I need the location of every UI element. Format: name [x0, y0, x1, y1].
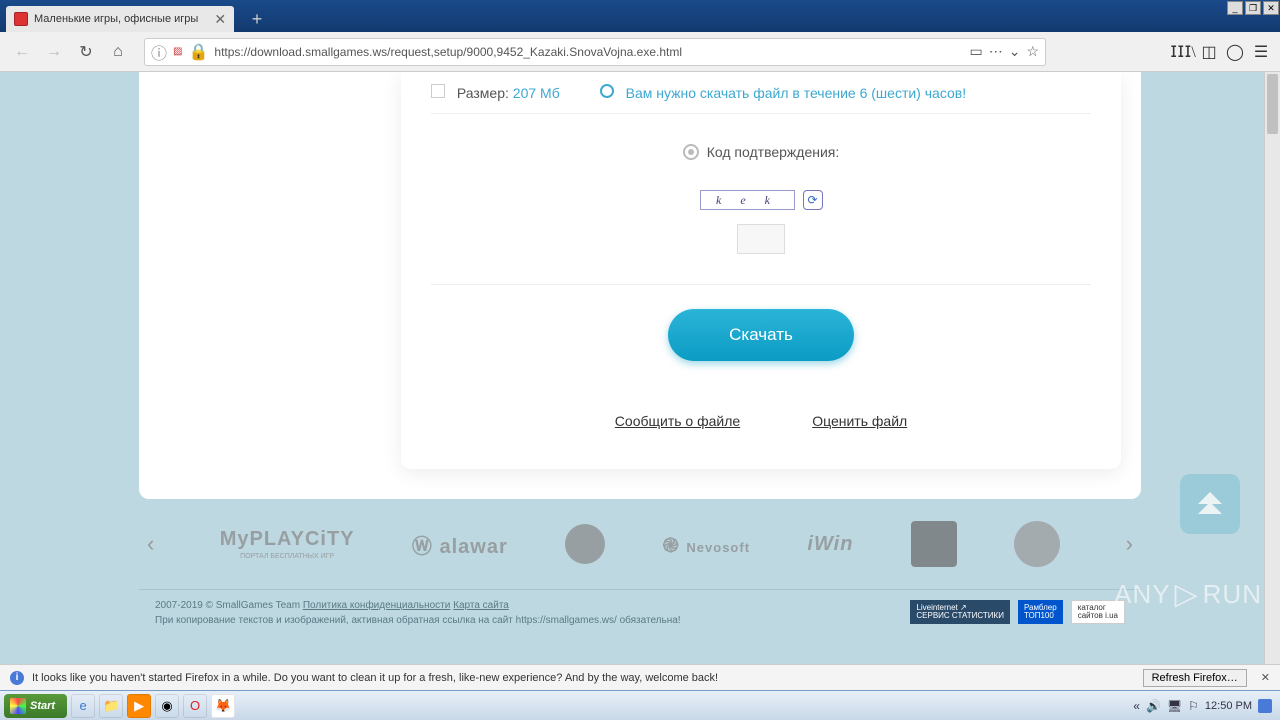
menu-icon[interactable]: ☰: [1250, 41, 1272, 63]
url-bar[interactable]: ⓘ ▨ 🔒 https://download.smallgames.ws/req…: [144, 38, 1046, 66]
tab-favicon-icon: [14, 12, 28, 26]
captcha-label: Код подтверждения:: [707, 144, 840, 160]
security-shield-icon[interactable]: ▨: [173, 46, 182, 57]
clock-icon: [600, 84, 614, 98]
url-text: https://download.smallgames.ws/request,s…: [214, 45, 963, 59]
partner-box2[interactable]: [1014, 521, 1060, 567]
privacy-link[interactable]: Политика конфиденциальности: [303, 600, 451, 611]
sitemap-link[interactable]: Карта сайта: [453, 600, 509, 611]
rambler-badge[interactable]: РамблерТОП100: [1018, 600, 1063, 624]
close-window-button[interactable]: ✕: [1263, 1, 1279, 15]
windows-logo-icon: [10, 698, 26, 714]
vertical-scrollbar[interactable]: [1264, 72, 1280, 664]
liveinternet-badge[interactable]: Liveinternet ↗СЕРВИС СТАТИСТИКИ: [910, 600, 1010, 624]
notification-text: It looks like you haven't started Firefo…: [32, 672, 718, 684]
refresh-firefox-button[interactable]: Refresh Firefox…: [1143, 669, 1247, 687]
captcha-refresh-button[interactable]: ⟳: [803, 190, 823, 210]
partner-iwin[interactable]: iWin: [807, 533, 853, 556]
carousel-prev-button[interactable]: ‹: [139, 531, 162, 557]
page-footer: 2007-2019 © SmallGames Team Политика кон…: [139, 589, 1141, 636]
account-icon[interactable]: ◯: [1224, 41, 1246, 63]
new-tab-button[interactable]: +: [246, 8, 268, 30]
page-actions-icon[interactable]: ⋯: [989, 43, 1003, 60]
page-content: Размер: 207 Мб Вам нужно скачать файл в …: [0, 72, 1280, 664]
target-icon: [683, 144, 699, 160]
captcha-image: k e k: [700, 190, 795, 210]
home-button[interactable]: ⌂: [104, 38, 132, 66]
window-titlebar: Маленькие игры, офисные игры ✕ + _ ❐ ✕: [0, 0, 1280, 32]
tray-flag-icon[interactable]: ⚐: [1188, 699, 1199, 713]
tray-expand-icon[interactable]: «: [1133, 699, 1140, 713]
reload-button[interactable]: ↻: [72, 38, 100, 66]
minimize-button[interactable]: _: [1227, 1, 1243, 15]
bookmark-star-icon[interactable]: ☆: [1026, 43, 1039, 60]
info-icon[interactable]: ⓘ: [151, 40, 167, 64]
taskbar-firefox-icon[interactable]: 🦊: [211, 694, 235, 718]
lock-icon: 🔒: [188, 42, 208, 62]
disclaimer-text: При копирование текстов и изображений, а…: [155, 615, 681, 626]
download-card: Размер: 207 Мб Вам нужно скачать файл в …: [401, 72, 1121, 469]
sidebar-icon[interactable]: ◫: [1198, 41, 1220, 63]
taskbar-explorer-icon[interactable]: 📁: [99, 694, 123, 718]
partner-box1[interactable]: [911, 521, 957, 567]
captcha-section: Код подтверждения: k e k ⟳: [431, 114, 1091, 285]
back-button[interactable]: ←: [8, 38, 36, 66]
tray-network-icon[interactable]: 🖥: [1167, 699, 1182, 713]
partner-myplaycity[interactable]: MyPLAYCiTY ПОРТАЛ БЕСПЛАТНЫХ ИГР: [220, 528, 355, 560]
captcha-input[interactable]: [737, 224, 785, 254]
browser-tab[interactable]: Маленькие игры, офисные игры ✕: [6, 6, 234, 32]
partners-carousel: ‹ MyPLAYCiTY ПОРТАЛ БЕСПЛАТНЫХ ИГР Ⓦ ala…: [139, 499, 1141, 589]
partner-alawar[interactable]: Ⓦ alawar: [412, 530, 508, 559]
taskbar-ie-icon[interactable]: e: [71, 694, 95, 718]
info-icon: i: [10, 671, 24, 685]
file-info-row: Размер: 207 Мб Вам нужно скачать файл в …: [431, 72, 1091, 114]
download-button[interactable]: Скачать: [668, 309, 854, 361]
reader-mode-icon[interactable]: ▭: [969, 43, 982, 60]
taskbar-media-icon[interactable]: ▶: [127, 694, 151, 718]
size-value: 207 Мб: [513, 85, 560, 101]
taskbar-chrome-icon[interactable]: ◉: [155, 694, 179, 718]
scroll-to-top-button[interactable]: [1180, 474, 1240, 534]
document-icon: [431, 84, 445, 98]
partner-bigfish[interactable]: [565, 524, 605, 564]
taskbar-clock[interactable]: 12:50 PM: [1205, 700, 1252, 712]
rate-file-link[interactable]: Оценить файл: [812, 413, 907, 429]
taskbar: Start e 📁 ▶ ◉ O 🦊 « 🔊 🖥 ⚐ 12:50 PM: [0, 690, 1280, 720]
tray-show-desktop[interactable]: [1258, 699, 1272, 713]
browser-toolbar: ← → ↻ ⌂ ⓘ ▨ 🔒 https://download.smallgame…: [0, 32, 1280, 72]
library-icon[interactable]: 𝖨𝖨𝖨\: [1172, 41, 1194, 63]
carousel-next-button[interactable]: ›: [1118, 531, 1141, 557]
tray-volume-icon[interactable]: 🔊: [1146, 699, 1161, 713]
close-notification-button[interactable]: ✕: [1261, 671, 1270, 684]
maximize-button[interactable]: ❐: [1245, 1, 1261, 15]
start-button[interactable]: Start: [4, 694, 67, 718]
copyright-text: 2007-2019 © SmallGames Team: [155, 600, 300, 611]
size-label: Размер:: [457, 85, 509, 101]
window-controls: _ ❐ ✕: [1226, 0, 1280, 16]
system-tray: « 🔊 🖥 ⚐ 12:50 PM: [1133, 699, 1276, 713]
pocket-icon[interactable]: ⌄: [1009, 43, 1021, 60]
report-file-link[interactable]: Сообщить о файле: [615, 413, 740, 429]
iua-badge[interactable]: каталогсайтов i.ua: [1071, 600, 1125, 624]
notification-bar: i It looks like you haven't started Fire…: [0, 664, 1280, 690]
tab-title: Маленькие игры, офисные игры: [34, 13, 198, 25]
tab-close-icon[interactable]: ✕: [214, 12, 226, 26]
partner-nevosoft[interactable]: ֎ Nevosoft: [663, 531, 751, 558]
time-warning: Вам нужно скачать файл в течение 6 (шест…: [626, 85, 966, 101]
taskbar-opera-icon[interactable]: O: [183, 694, 207, 718]
forward-button[interactable]: →: [40, 38, 68, 66]
